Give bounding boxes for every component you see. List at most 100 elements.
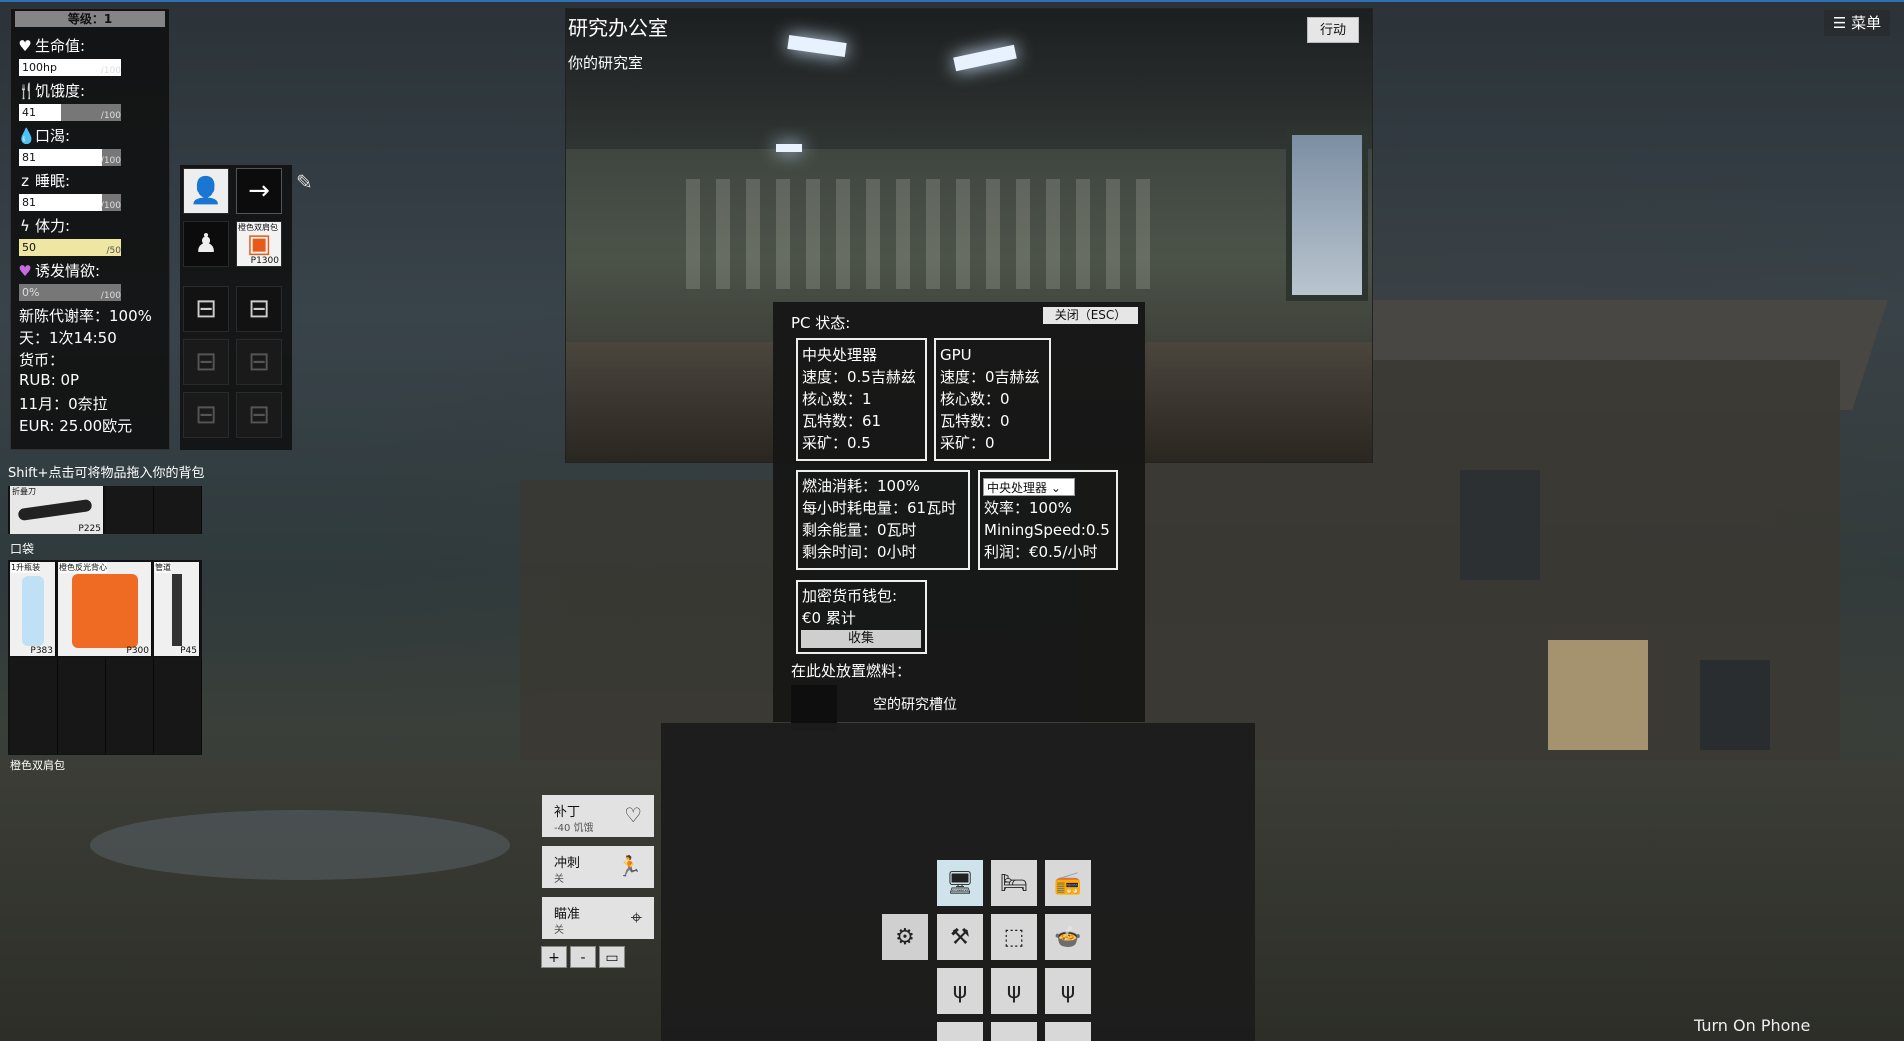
thirst-max: /100 <box>100 156 121 166</box>
gpu-watts: 瓦特数：0 <box>940 412 1010 430</box>
rub-balance: RUB: 0P <box>19 371 80 389</box>
close-button[interactable]: 关闭（ESC） <box>1043 307 1138 324</box>
room-ceiling <box>566 9 1372 149</box>
knife-icon <box>17 498 93 522</box>
settings-tile[interactable]: ⚙ <box>882 914 928 960</box>
grass-tile[interactable]: ψ <box>1045 968 1091 1014</box>
vest-item[interactable]: 橙色反光背心 P300 <box>58 562 152 656</box>
zoom-in-button[interactable]: + <box>541 946 567 968</box>
drag-hint: Shift+点击可将物品拖入你的背包 <box>8 466 205 481</box>
grass-tile[interactable]: ψ <box>991 968 1037 1014</box>
sprint-button[interactable]: 冲刺 关 🏃 <box>542 846 654 888</box>
top-accent-line <box>0 0 1904 2</box>
cpu-name: 中央处理器 <box>802 346 878 364</box>
backpack-slot-price: P1300 <box>250 256 279 266</box>
menu-button[interactable]: ☰ 菜单 <box>1824 10 1890 36</box>
hand-slot-3[interactable] <box>154 486 202 534</box>
arousal-bar: 0% /100 <box>19 284 121 301</box>
arrow-right-icon: → <box>248 176 270 206</box>
aim-button[interactable]: 瞄准 关 ⌖ <box>542 897 654 939</box>
collect-button[interactable]: 收集 <box>801 630 921 648</box>
vest-tag: 橙色反光背心 <box>59 562 107 573</box>
thirst-bar: 81 /100 <box>19 149 121 166</box>
bed-tile[interactable]: 🛏 <box>991 860 1037 906</box>
pot-tile[interactable]: 🍲 <box>1045 914 1091 960</box>
hand-slot-2[interactable] <box>106 486 154 534</box>
sleep-icon: z <box>21 172 29 190</box>
mining-efficiency: 效率：100% <box>984 499 1072 517</box>
patch-button[interactable]: 补丁 -40 饥饿 ♡ <box>542 795 654 837</box>
window-toggle-button[interactable]: ▭ <box>599 946 625 968</box>
processor-select[interactable]: 中央处理器 ⌄ <box>983 478 1075 496</box>
gpu-box: GPU 速度：0吉赫兹 核心数：0 瓦特数：0 采矿：0 <box>934 338 1051 461</box>
backpack-slot-empty[interactable] <box>58 706 106 754</box>
pocket-slot-1[interactable]: ⊟ <box>183 286 229 332</box>
patch-subtitle: -40 饥饿 <box>554 823 594 834</box>
pocket-icon: ⊟ <box>248 294 270 324</box>
backpack-slot-empty[interactable] <box>106 706 154 754</box>
syringe-icon[interactable]: ✎ <box>296 170 313 194</box>
cpu-speed: 速度：0.5吉赫兹 <box>802 368 916 386</box>
power-box: 燃油消耗：100% 每小时耗电量：61瓦时 剩余能量：0瓦时 剩余时间：0小时 <box>796 470 970 570</box>
turn-on-phone-link[interactable]: Turn On Phone <box>1694 1016 1810 1035</box>
grass-icon: ψ <box>1060 978 1076 1004</box>
sleep-label: z 睡眠: <box>17 170 70 191</box>
wallet-total: €0 累计 <box>802 609 856 627</box>
health-max: /100 <box>100 66 121 76</box>
backpack-slot-empty[interactable] <box>106 658 154 706</box>
gpu-speed: 速度：0吉赫兹 <box>940 368 1040 386</box>
bottle-tag: 1升瓶装 <box>11 562 41 573</box>
health-bar: 100hp /100 <box>19 59 121 76</box>
room-title: 研究办公室 <box>568 16 668 40</box>
fuel-consumption: 燃油消耗：100% <box>802 477 920 495</box>
empty-research-slot: 空的研究槽位 <box>873 697 957 713</box>
computer-tile[interactable]: 🖥 <box>937 860 983 906</box>
pocket-slot-6[interactable]: ⊟ <box>236 392 282 438</box>
grass-tile[interactable] <box>1045 1022 1091 1041</box>
room-subtitle: 你的研究室 <box>568 54 644 72</box>
house-window <box>1460 470 1540 580</box>
pocket-slot-3[interactable]: ⊟ <box>183 339 229 385</box>
grass-tile[interactable]: ψ <box>937 968 983 1014</box>
thirst-value: 81 <box>22 151 36 164</box>
backpack-slot-empty[interactable] <box>58 658 106 706</box>
pipe-tag: 管道 <box>155 562 171 573</box>
backpack-slot-empty[interactable] <box>154 658 202 706</box>
backpack-slot[interactable]: ▣ 橙色双肩包 P1300 <box>236 221 282 267</box>
backpack-slot-empty[interactable] <box>10 706 58 754</box>
torso-slot[interactable]: ♟ <box>183 221 229 267</box>
sprint-subtitle: 关 <box>554 874 564 885</box>
grass-tile[interactable] <box>991 1022 1037 1041</box>
backpack-slot-empty[interactable] <box>10 658 58 706</box>
pocket-slot-5[interactable]: ⊟ <box>183 392 229 438</box>
zoom-out-button[interactable]: - <box>570 946 596 968</box>
fuel-label: 在此处放置燃料： <box>791 662 912 680</box>
patch-title: 补丁 <box>554 805 581 820</box>
metabolism-text: 新陈代谢率：100% <box>19 307 152 325</box>
radio-icon: 📻 <box>1054 870 1082 896</box>
gear-icon: ⚙ <box>895 924 915 950</box>
bed-icon: 🛏 <box>1000 870 1028 896</box>
radio-tile[interactable]: 📻 <box>1045 860 1091 906</box>
pocket-icon: ⊟ <box>195 400 217 430</box>
wall-notes <box>686 179 1166 289</box>
lit-window <box>1548 640 1648 750</box>
pipe-item[interactable]: 管道 P45 <box>154 562 200 656</box>
workbench-tile[interactable]: ⚒ <box>937 914 983 960</box>
pocket-icon: ⊟ <box>195 347 217 377</box>
grass-tile[interactable] <box>937 1022 983 1041</box>
head-slot[interactable]: 👤 <box>183 168 229 214</box>
bottle-item[interactable]: 1升瓶装 P383 <box>10 562 56 656</box>
arousal-value: 0% <box>22 286 40 299</box>
pocket-slot-4[interactable]: ⊟ <box>236 339 282 385</box>
level-indicator: 等级：1 <box>15 11 165 27</box>
backpack-slot-empty[interactable] <box>154 706 202 754</box>
knife-item[interactable]: 折叠刀 P225 <box>10 486 104 534</box>
pocket-slot-2[interactable]: ⊟ <box>236 286 282 332</box>
cpu-cores: 核心数：1 <box>802 390 872 408</box>
pc-status-title: PC 状态: <box>791 314 851 332</box>
empty-build-tile[interactable]: ⬚ <box>991 914 1037 960</box>
next-page-button[interactable]: → <box>236 168 282 214</box>
action-button[interactable]: 行动 <box>1307 17 1359 43</box>
knife-tag: 折叠刀 <box>12 487 36 496</box>
